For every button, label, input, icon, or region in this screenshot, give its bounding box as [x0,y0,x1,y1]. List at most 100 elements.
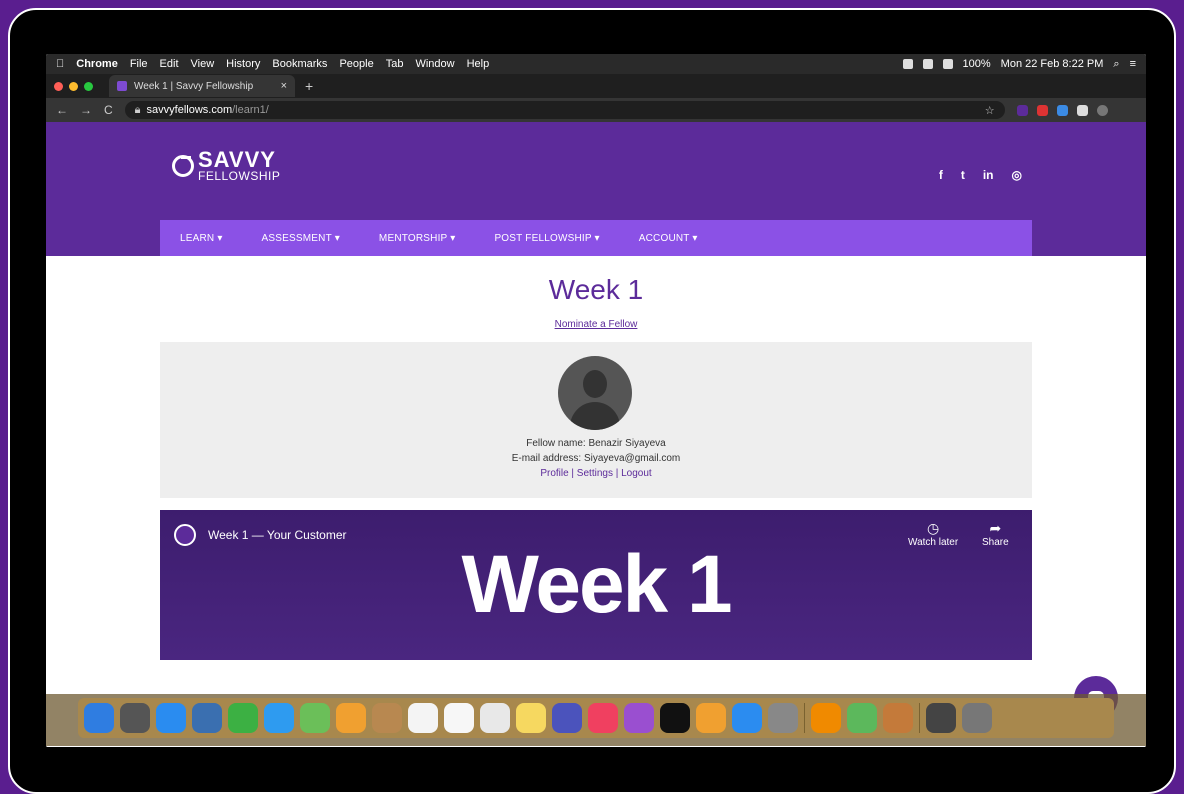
tab-bar: Week 1 | Savvy Fellowship × + [46,74,1146,98]
web-page: SAVVY FELLOWSHIP f t in ◎ LEARN ▾ ASSESS… [46,122,1146,747]
extension-icon[interactable] [1056,104,1068,116]
nav-post-fellowship[interactable]: POST FELLOWSHIP ▾ [494,233,599,244]
vlc-icon[interactable] [811,703,841,733]
status-icon[interactable] [942,59,953,69]
music-icon[interactable] [588,703,618,733]
menu-chrome[interactable]: Chrome [76,58,118,70]
clock-icon: ◷ [926,520,940,536]
menu-tab[interactable]: Tab [386,58,404,70]
nominate-link[interactable]: Nominate a Fellow [46,319,1146,330]
fellow-name: Fellow name: Benazir Siyayeva [526,438,666,449]
profile-card: Fellow name: Benazir Siyayeva E-mail add… [160,342,1032,498]
reload-button[interactable]: C [104,103,113,117]
menu-window[interactable]: Window [415,58,454,70]
extension-icon[interactable] [1036,104,1048,116]
nav-assessment[interactable]: ASSESSMENT ▾ [262,233,340,244]
nav-account[interactable]: ACCOUNT ▾ [639,233,698,244]
zoom-window-button[interactable] [84,81,93,91]
site-logo[interactable]: SAVVY FELLOWSHIP [172,147,281,183]
facebook-icon[interactable]: f [939,168,943,182]
photo-icon[interactable] [926,703,956,733]
linkedin-icon[interactable]: in [983,168,994,182]
avatar-body [570,402,620,430]
status-icon[interactable] [922,59,933,69]
menu-bookmarks[interactable]: Bookmarks [272,58,327,70]
reminders-icon[interactable] [444,703,474,733]
appstore-icon[interactable] [732,703,762,733]
social-links: f t in ◎ [939,168,1022,182]
utorrent-icon[interactable] [847,703,877,733]
battery-percent[interactable]: 100% [963,58,991,70]
menu-edit[interactable]: Edit [160,58,179,70]
bookmark-star-icon[interactable]: ☆ [985,104,995,117]
mac-menu-bar:  Chrome File Edit View History Bookmark… [46,54,1146,74]
video-player[interactable]: Week 1 — Your Customer ◷ Watch later ➦ S… [160,510,1032,660]
forward-button[interactable]: → [80,103,92,117]
menu-help[interactable]: Help [467,58,490,70]
menu-history[interactable]: History [226,58,260,70]
menu-people[interactable]: People [339,58,373,70]
minimize-window-button[interactable] [69,81,78,91]
control-center-icon[interactable]: ≡ [1130,58,1136,70]
url-path: /learn1/ [232,104,269,116]
tab-title: Week 1 | Savvy Fellowship [134,80,254,92]
contacts-icon[interactable] [372,703,402,733]
preview-icon[interactable] [192,703,222,733]
favicon-icon [117,81,127,91]
nav-learn[interactable]: LEARN ▾ [180,233,223,244]
lock-icon: 🔒︎ [134,103,141,116]
messages-icon[interactable] [264,703,294,733]
maps-icon[interactable] [300,703,330,733]
browser-tab[interactable]: Week 1 | Savvy Fellowship × [109,75,295,97]
safari-icon[interactable] [156,703,186,733]
extension-icon[interactable] [1016,104,1028,116]
appletv-icon[interactable] [660,703,690,733]
address-bar[interactable]: 🔒︎ savvyfellows.com/learn1/ ☆ [124,101,1005,119]
profile-avatar[interactable] [1096,104,1108,116]
logo-subtext: FELLOWSHIP [198,169,281,183]
close-window-button[interactable] [54,81,63,91]
podcasts-icon[interactable] [624,703,654,733]
trash-icon[interactable] [962,703,992,733]
back-button[interactable]: ← [56,103,68,117]
dock [46,694,1146,746]
calendar-icon[interactable] [408,703,438,733]
apple-icon[interactable]:  [56,58,64,70]
nav-mentorship[interactable]: MENTORSHIP ▾ [379,233,456,244]
finder-icon[interactable] [84,703,114,733]
notes-icon[interactable] [516,703,546,733]
clock[interactable]: Mon 22 Feb 8:22 PM [1001,58,1104,70]
teams-icon[interactable] [552,703,582,733]
fellow-email: E-mail address: Siyayeva@gmail.com [511,453,681,464]
chrome-icon[interactable] [480,703,510,733]
status-icon[interactable] [902,59,913,69]
books-icon[interactable] [883,703,913,733]
settings-icon[interactable] [768,703,798,733]
site-header: SAVVY FELLOWSHIP f t in ◎ LEARN ▾ ASSESS… [46,122,1146,256]
avatar [558,356,632,430]
logo-icon [172,155,194,177]
facetime-icon[interactable] [228,703,258,733]
url-host: savvyfellows.com [146,104,233,116]
new-tab-button[interactable]: + [305,78,313,94]
instagram-icon[interactable]: ◎ [1012,168,1022,182]
screen:  Chrome File Edit View History Bookmark… [46,54,1146,747]
launchpad-icon[interactable] [120,703,150,733]
menu-view[interactable]: View [191,58,215,70]
logo-text: SAVVY [198,147,276,172]
avatar-head [583,370,607,398]
dock-separator [804,703,805,733]
dock-separator [919,703,920,733]
close-tab-icon[interactable]: × [281,80,287,92]
video-thumbnail-text: Week 1 [461,539,732,630]
dock-bar [78,698,1114,738]
account-links[interactable]: Profile | Settings | Logout [160,466,1032,481]
menu-file[interactable]: File [130,58,148,70]
puzzle-icon[interactable] [1076,104,1088,116]
photos-icon[interactable] [336,703,366,733]
main-nav: LEARN ▾ ASSESSMENT ▾ MENTORSHIP ▾ POST F… [160,220,1032,256]
share-icon: ➦ [989,520,1002,536]
pages-icon[interactable] [696,703,726,733]
spotlight-icon[interactable]: ⌕ [1113,58,1119,71]
twitter-icon[interactable]: t [961,168,965,182]
